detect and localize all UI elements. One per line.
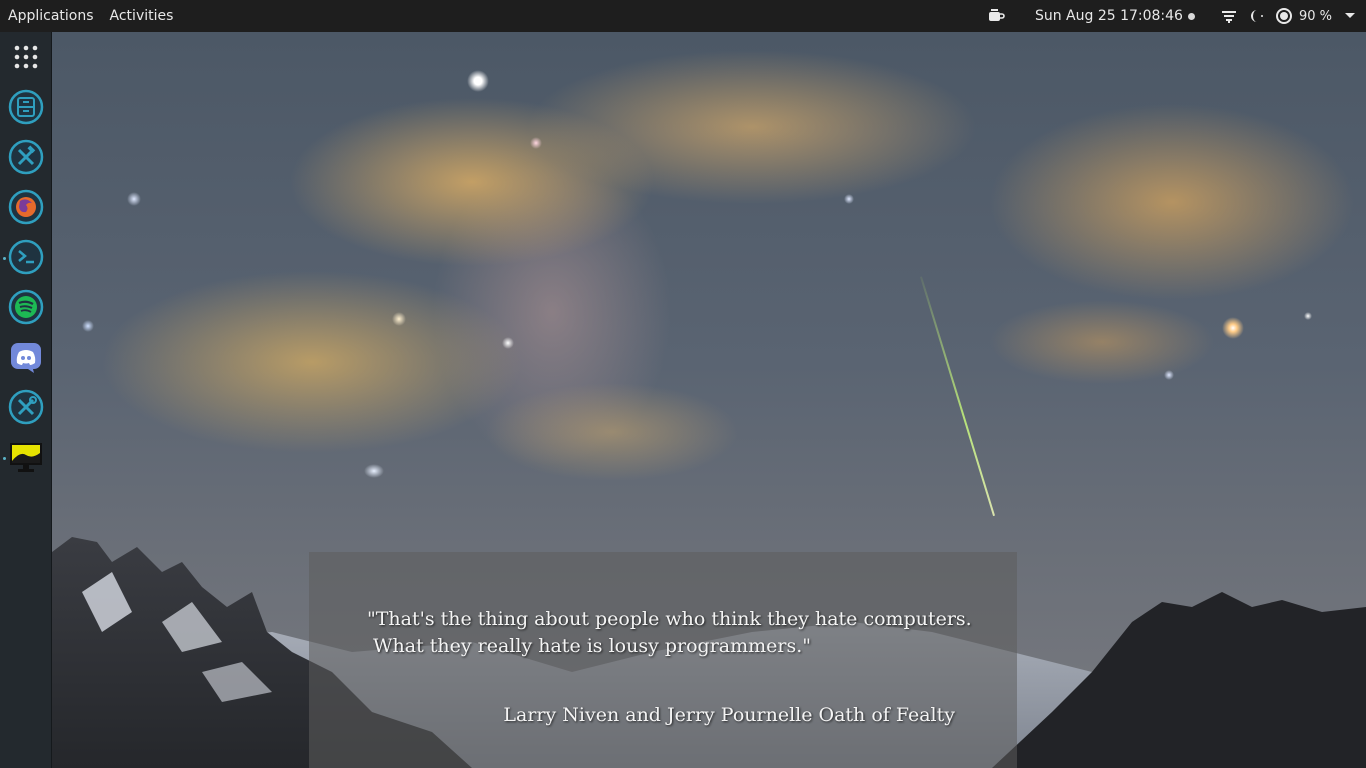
- battery-percent: 90 %: [1298, 8, 1332, 24]
- dock-item-terminal[interactable]: [3, 237, 46, 277]
- terminal-icon: [8, 239, 44, 275]
- spotify-icon: [8, 289, 44, 325]
- tools-icon: [8, 389, 44, 425]
- dock: [0, 32, 52, 768]
- quote-line-1: "That's the thing about people who think…: [367, 608, 972, 630]
- applications-menu[interactable]: Applications: [0, 0, 102, 32]
- quote-author: Larry Niven and Jerry Pournelle Oath of …: [503, 704, 955, 726]
- clock-label: Sun Aug 25 17:08:46: [1034, 8, 1183, 24]
- coffee-cup-icon[interactable]: [987, 0, 1005, 32]
- quote-line-2: What they really hate is lousy programme…: [373, 635, 812, 657]
- quote-panel: "That's the thing about people who think…: [309, 552, 1017, 768]
- menu-arrow-icon[interactable]: [1344, 0, 1356, 32]
- running-indicator: [3, 257, 6, 260]
- file-cabinet-icon: [8, 89, 44, 125]
- activities-button[interactable]: Activities: [102, 0, 182, 32]
- dock-item-display[interactable]: [3, 437, 46, 477]
- discord-icon: [11, 343, 41, 373]
- dock-item-tools[interactable]: [6, 387, 46, 427]
- system-tray: Sun Aug 25 17:08:46 90 %: [987, 0, 1366, 32]
- dock-item-files[interactable]: [6, 87, 46, 127]
- desktop-wallpaper: "That's the thing about people who think…: [52, 32, 1366, 768]
- hammer-wrench-icon: [8, 139, 44, 175]
- network-icon[interactable]: [1221, 0, 1237, 32]
- firefox-icon: [8, 189, 44, 225]
- battery-ring-icon[interactable]: [1275, 0, 1293, 32]
- dock-item-discord[interactable]: [6, 337, 46, 377]
- notification-dot-icon: [1187, 12, 1195, 20]
- grid-dots-icon: [14, 45, 38, 69]
- dock-item-tweaks[interactable]: [6, 137, 46, 177]
- dock-item-spotify[interactable]: [6, 287, 46, 327]
- clock-button[interactable]: Sun Aug 25 17:08:46: [1035, 0, 1195, 32]
- quote-text: "That's the thing about people who think…: [367, 606, 987, 660]
- top-panel: Applications Activities Sun Aug 25 17:08…: [0, 0, 1366, 32]
- show-apps-button[interactable]: [6, 37, 46, 77]
- night-light-icon[interactable]: [1249, 0, 1265, 32]
- running-indicator: [3, 457, 6, 460]
- dock-item-firefox[interactable]: [6, 187, 46, 227]
- monitor-icon: [10, 443, 42, 472]
